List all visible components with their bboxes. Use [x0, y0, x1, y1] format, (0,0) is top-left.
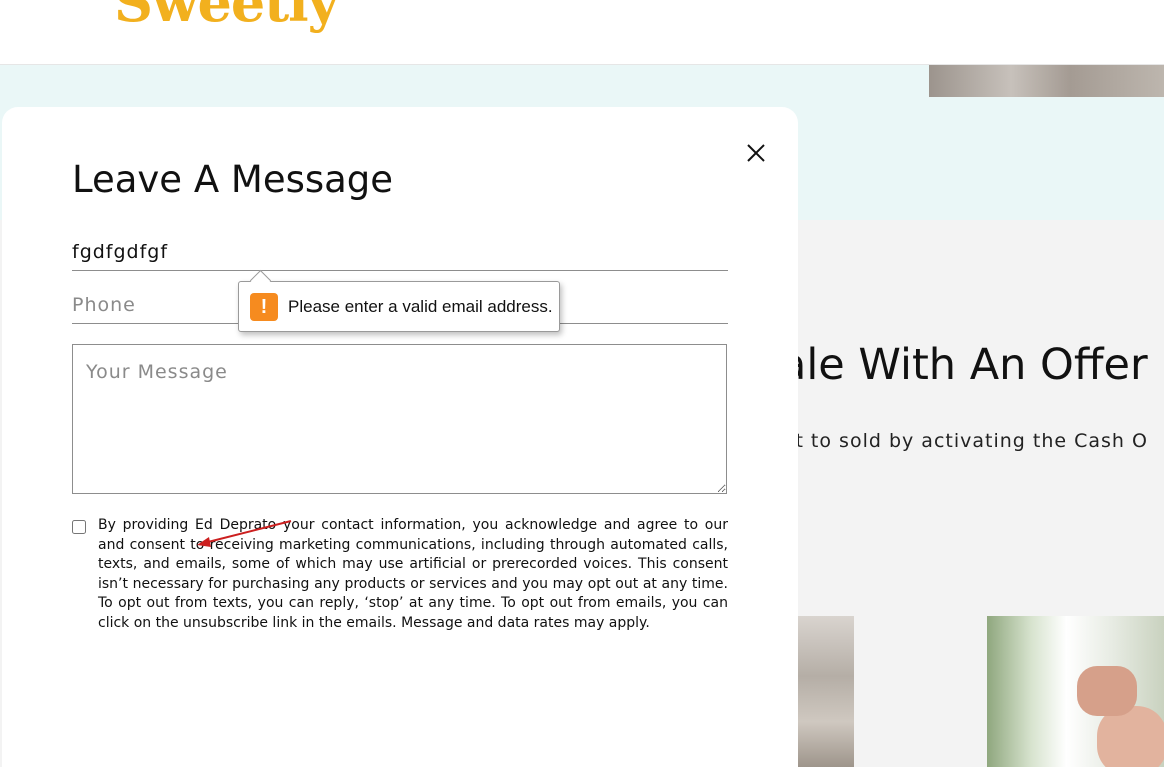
photo-fists — [1077, 666, 1137, 716]
building-photo — [790, 616, 854, 767]
close-icon — [747, 144, 765, 162]
message-textarea[interactable] — [72, 344, 727, 494]
validation-message: Please enter a valid email address. — [288, 297, 553, 316]
red-arrow-annotation — [197, 520, 292, 547]
section-heading: ale With An Offer — [780, 340, 1148, 390]
modal-title: Leave A Message — [72, 158, 394, 201]
warning-icon: ! — [250, 293, 278, 321]
close-button[interactable] — [742, 139, 770, 167]
hero-image — [929, 65, 1164, 97]
page: Sweetly ale With An Offer ct to sold by … — [0, 0, 1164, 767]
email-field[interactable] — [72, 234, 728, 271]
site-logo[interactable]: Sweetly — [114, 0, 339, 34]
celebration-photo — [987, 616, 1164, 767]
consent-checkbox[interactable] — [72, 520, 86, 534]
section-subheading: ct to sold by activating the Cash O — [784, 430, 1148, 452]
validation-tooltip: ! Please enter a valid email address. — [238, 269, 560, 332]
site-header: Sweetly — [0, 0, 1164, 65]
